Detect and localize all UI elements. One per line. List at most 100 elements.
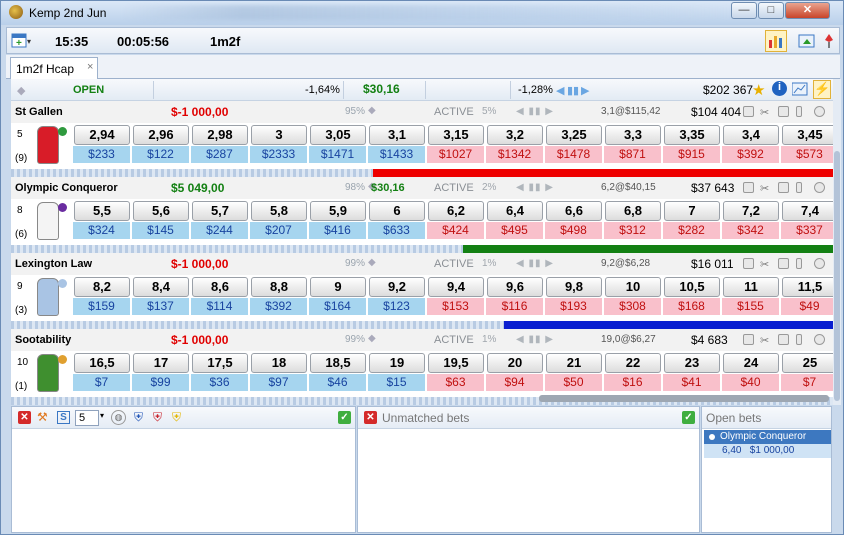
lay-price-button[interactable]: 6,4 [487,201,543,221]
back-price-button[interactable]: 3 [251,125,307,145]
ladder-nav-icon[interactable]: ◀ ▮▮ ▶ [516,106,554,117]
open-bet-item[interactable]: Olympic Conqueror 6,40 $1 000,00 [704,430,831,460]
confirm-icon[interactable]: ✓ [338,411,351,424]
confirm-unmatched-icon[interactable]: ✓ [682,411,695,424]
ladder-nav-icon[interactable]: ◀ ▮▮ ▶ [516,258,554,269]
prev-icon[interactable]: ◀ [556,84,564,97]
close-icon[interactable] [814,182,825,193]
lay-price-button[interactable]: 6,6 [546,201,602,221]
back-price-button[interactable]: 5,7 [192,201,248,221]
lay-price-button[interactable]: 20 [487,353,543,373]
back-price-button[interactable]: 18,5 [310,353,366,373]
lay-price-button[interactable]: 7,2 [723,201,779,221]
stake-icon[interactable]: S [57,411,70,424]
column-icon[interactable] [796,106,802,117]
expand-icon[interactable]: ◆ [368,333,376,344]
back-price-button[interactable]: 5,9 [310,201,366,221]
back-price-button[interactable]: 18 [251,353,307,373]
runner-name[interactable]: Lexington Law [15,258,92,270]
lay-price-button[interactable]: 9,4 [428,277,484,297]
expand-icon[interactable]: ◆ [368,257,376,268]
shield-icon[interactable]: ⛨ [134,410,143,425]
lay-price-button[interactable]: 7 [664,201,720,221]
back-price-button[interactable]: 3,1 [369,125,425,145]
lay-price-button[interactable]: 10,5 [664,277,720,297]
collapse-icon[interactable]: ◆ [17,84,25,97]
runner-name[interactable]: Sootability [15,334,71,346]
tab-close-icon[interactable]: × [87,61,93,73]
lightning-icon[interactable]: ⚡ [813,80,831,99]
clear-icon[interactable]: ◍ [111,410,126,425]
back-price-button[interactable]: 9,2 [369,277,425,297]
lay-price-button[interactable]: 3,25 [546,125,602,145]
lay-price-button[interactable]: 24 [723,353,779,373]
chart-icon[interactable] [778,258,789,269]
lay-price-button[interactable]: 11,5 [782,277,833,297]
ladder-nav-icon[interactable]: ◀ ▮▮ ▶ [516,334,554,345]
graph-icon[interactable] [743,106,754,117]
ladder-nav-icon[interactable]: ◀ ▮▮ ▶ [516,182,554,193]
back-price-button[interactable]: 2,98 [192,125,248,145]
back-price-button[interactable]: 3,05 [310,125,366,145]
back-price-button[interactable]: 9 [310,277,366,297]
graph-icon[interactable] [743,258,754,269]
back-price-button[interactable]: 8,2 [74,277,130,297]
calendar-add-icon[interactable]: + ▾ [11,32,31,50]
star-icon[interactable]: ★ [752,81,765,99]
lay-price-button[interactable]: 23 [664,353,720,373]
tools-icon[interactable]: ✂ [760,182,771,195]
expand-icon[interactable]: ◆ [368,105,376,116]
column-icon[interactable] [796,182,802,193]
tab-market[interactable]: 1m2f Hcap × [10,57,98,79]
lay-price-button[interactable]: 21 [546,353,602,373]
vertical-scrollbar[interactable] [833,79,841,405]
lay-price-button[interactable]: 25 [782,353,833,373]
chevron-down-icon[interactable]: ▾ [100,411,104,420]
minimize-button[interactable]: — [731,2,757,19]
lay-price-button[interactable]: 10 [605,277,661,297]
graph-icon[interactable] [743,334,754,345]
runner-name[interactable]: St Gallen [15,106,63,118]
column-icon[interactable] [796,258,802,269]
close-icon[interactable] [814,106,825,117]
lay-price-button[interactable]: 19,5 [428,353,484,373]
lay-price-button[interactable]: 7,4 [782,201,833,221]
horizontal-scrollbar[interactable] [539,395,829,402]
next-icon[interactable]: ▶ [581,84,589,97]
back-price-button[interactable]: 2,94 [74,125,130,145]
back-price-button[interactable]: 5,6 [133,201,189,221]
back-price-button[interactable]: 6 [369,201,425,221]
back-price-button[interactable]: 19 [369,353,425,373]
lay-price-button[interactable]: 9,6 [487,277,543,297]
tools-icon[interactable]: ✂ [760,106,771,119]
tools-icon[interactable]: ✂ [760,258,771,271]
hammer-icon[interactable]: ⚒ [37,410,48,424]
back-price-button[interactable]: 16,5 [74,353,130,373]
column-icon[interactable] [796,334,802,345]
back-price-button[interactable]: 8,4 [133,277,189,297]
warning-shield-icon[interactable]: ⛨ [172,410,181,425]
info-icon[interactable]: i [772,81,787,96]
chart-icon[interactable] [778,106,789,117]
maximize-button[interactable]: □ [758,2,784,19]
chart-icon[interactable] [778,182,789,193]
back-price-button[interactable]: 17,5 [192,353,248,373]
cancel-unmatched-icon[interactable]: ✕ [364,411,377,424]
close-button[interactable]: ✕ [785,2,830,19]
lay-price-button[interactable]: 6,2 [428,201,484,221]
cancel-all-icon[interactable]: ✕ [18,411,31,424]
graph-icon[interactable] [743,182,754,193]
lay-price-button[interactable]: 3,3 [605,125,661,145]
shield-red-icon[interactable]: ⛨ [153,410,162,425]
tools-icon[interactable]: ✂ [760,334,771,347]
back-price-button[interactable]: 5,5 [74,201,130,221]
lay-price-button[interactable]: 3,45 [782,125,833,145]
lay-price-button[interactable]: 3,15 [428,125,484,145]
lay-price-button[interactable]: 3,35 [664,125,720,145]
lay-price-button[interactable]: 3,2 [487,125,543,145]
lay-price-button[interactable]: 22 [605,353,661,373]
scroll-thumb[interactable] [834,151,840,401]
export-icon[interactable] [797,32,817,50]
lay-price-button[interactable]: 11 [723,277,779,297]
back-price-button[interactable]: 8,6 [192,277,248,297]
